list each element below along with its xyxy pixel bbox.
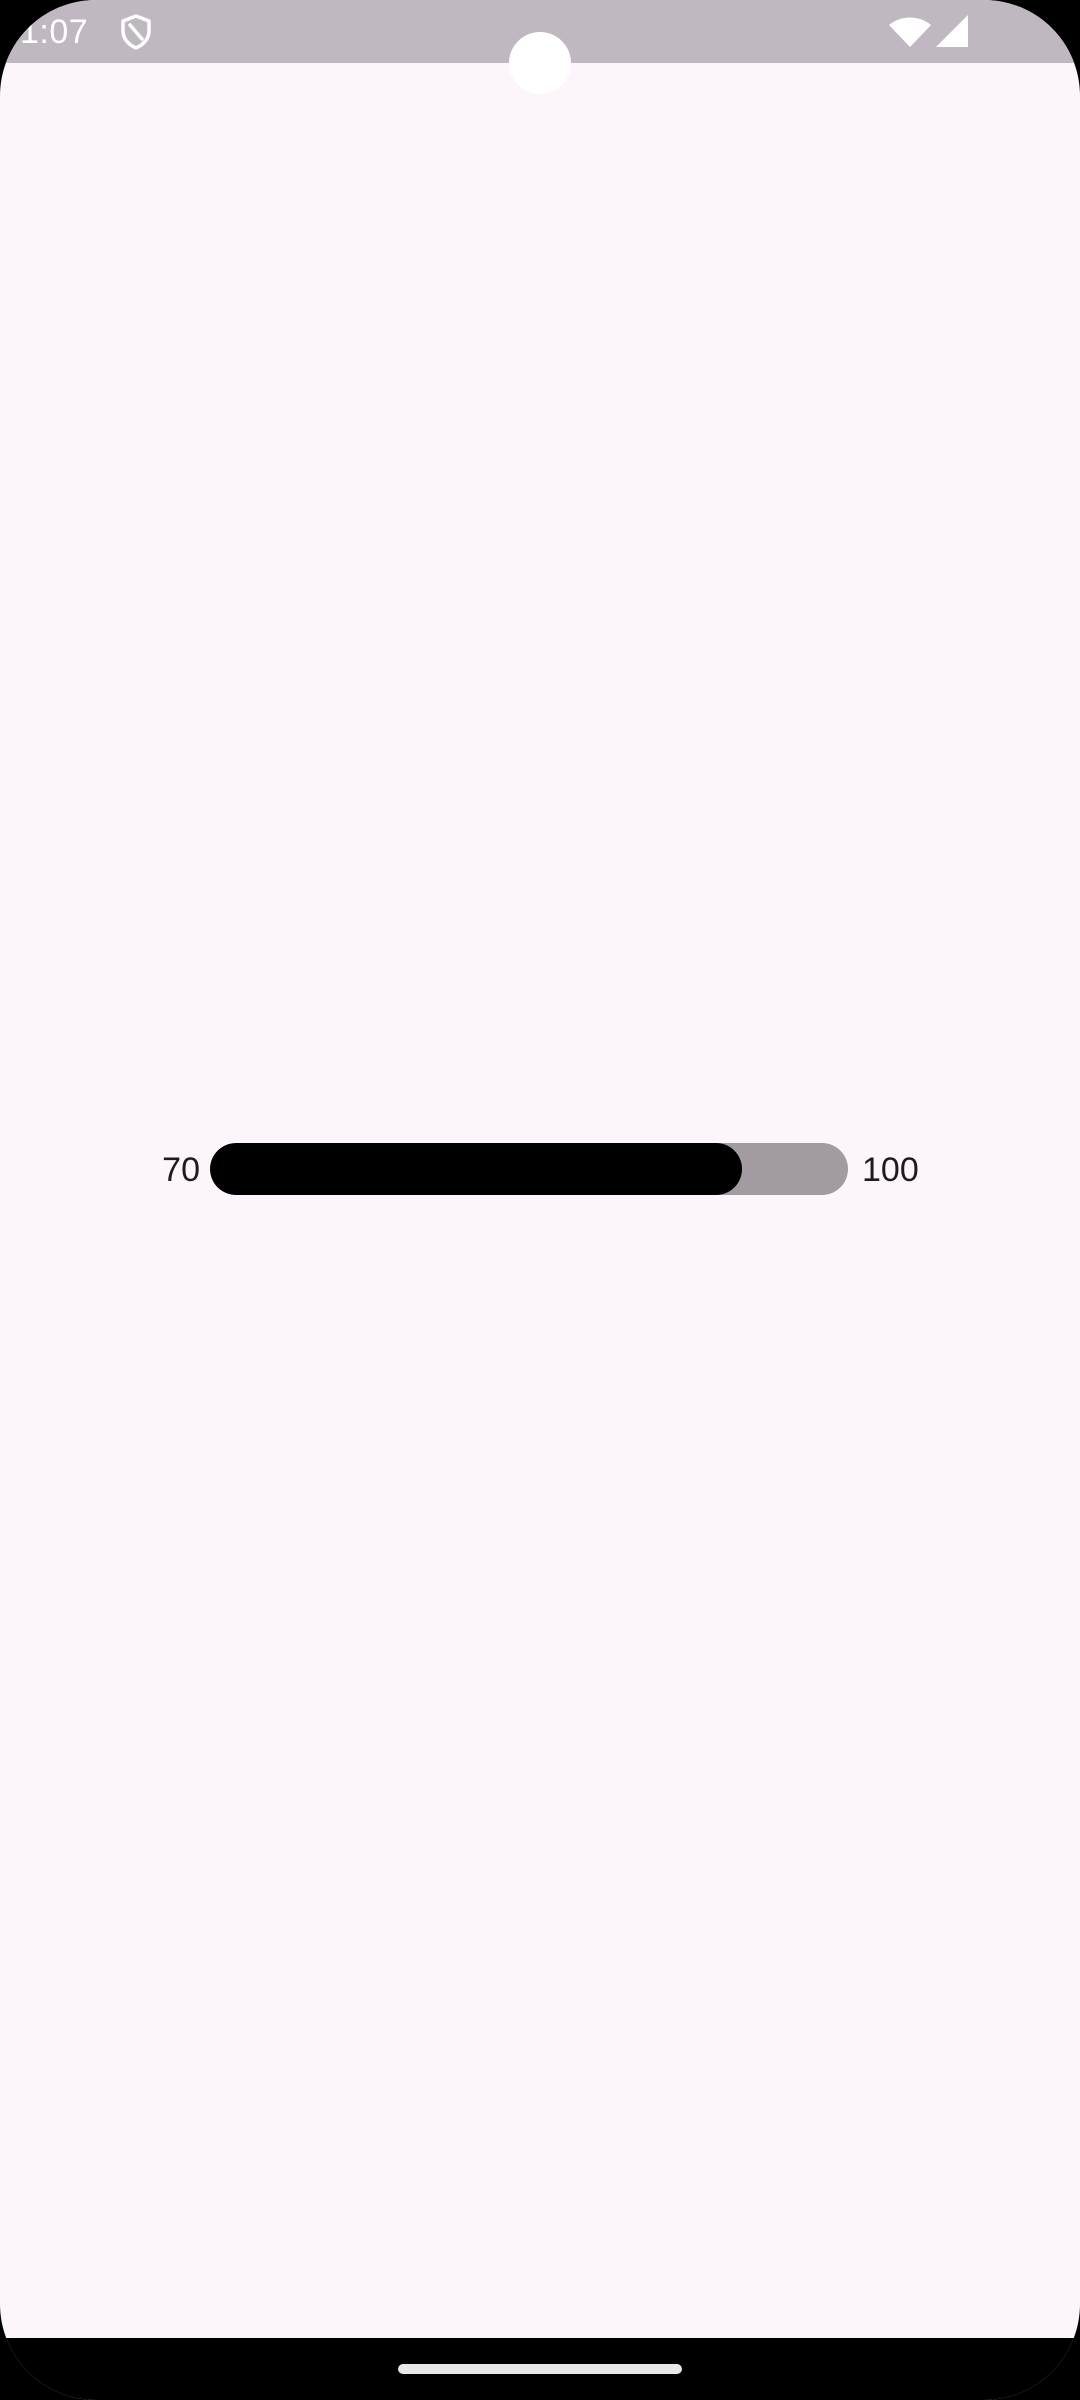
range-slider: 70 100 xyxy=(0,1140,1080,1200)
app-screen: 1:07 70 100 xyxy=(0,0,1080,2400)
slider-track[interactable] xyxy=(210,1143,848,1195)
camera-cutout xyxy=(509,32,571,94)
shield-icon xyxy=(121,14,151,50)
signal-icon xyxy=(936,15,968,47)
slider-max-label: 100 xyxy=(862,1151,919,1189)
home-indicator[interactable] xyxy=(398,2364,682,2374)
slider-fill[interactable] xyxy=(210,1143,742,1195)
slider-min-label: 70 xyxy=(162,1151,200,1189)
status-time: 1:07 xyxy=(20,13,89,51)
wifi-icon xyxy=(889,17,931,47)
